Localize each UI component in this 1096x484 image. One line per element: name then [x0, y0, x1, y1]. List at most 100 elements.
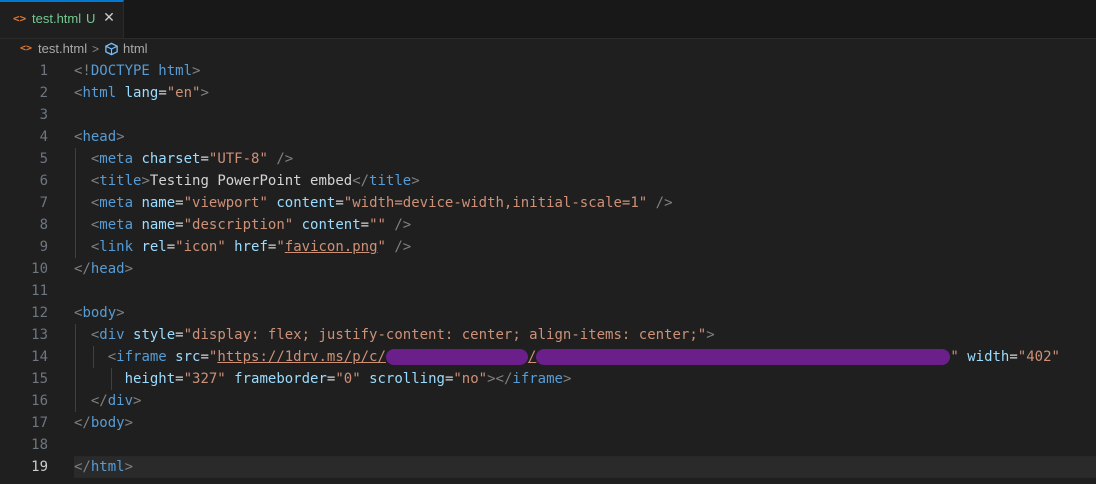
code-token: meta [99, 195, 134, 211]
code-token: name [133, 195, 176, 211]
code-token: content [293, 217, 361, 233]
code-token: </ [90, 393, 108, 409]
code-line[interactable]: 3 [0, 104, 1096, 126]
code-line[interactable]: 16 </div> [0, 390, 1096, 412]
breadcrumb-symbol[interactable]: html [123, 41, 148, 57]
code-token: "icon" [175, 239, 226, 255]
line-number: 2 [39, 85, 48, 101]
editor-tab-test-html[interactable]: <> test.html U ✕ [0, 0, 124, 38]
line-number: 15 [31, 371, 48, 387]
code-token: > [124, 261, 134, 277]
code-line[interactable]: 12 <body> [0, 302, 1096, 324]
code-token: = [360, 217, 370, 233]
code-token: https://1drv.ms/p/c/ [217, 349, 386, 365]
code-token: = [175, 217, 184, 233]
code-line[interactable]: 14 <iframe src="https://1drv.ms/p/c// " w… [0, 346, 1096, 368]
code-line[interactable]: 2 <html lang="en"> [0, 82, 1096, 104]
code-line[interactable]: 18 [0, 434, 1096, 456]
code-token: "viewport" [183, 195, 268, 211]
code-line[interactable]: 6 <title>Testing PowerPoint embed</title… [0, 170, 1096, 192]
redaction-mark [536, 349, 951, 365]
close-icon[interactable]: ✕ [102, 11, 116, 25]
breadcrumb: <> test.html > html [0, 39, 1096, 59]
code-text: <head> [74, 126, 125, 148]
line-number: 3 [39, 107, 48, 123]
code-token: width [958, 349, 1010, 365]
code-token: > [124, 459, 134, 475]
code-token: scrolling [360, 371, 445, 387]
code-line[interactable]: 13 <div style="display: flex; justify-co… [0, 324, 1096, 346]
code-text: <meta name="viewport" content="width=dev… [74, 192, 673, 214]
code-token: head [90, 261, 125, 277]
code-text: <body> [74, 302, 125, 324]
code-token: </ [74, 261, 91, 277]
code-text: height="327" frameborder="0" scrolling="… [74, 368, 572, 390]
code-line[interactable]: 17 </body> [0, 412, 1096, 434]
line-number: 9 [39, 239, 48, 255]
code-token: /> [394, 239, 412, 255]
code-token: > [192, 63, 201, 79]
code-line[interactable]: 19 </html> [0, 456, 1096, 478]
code-token: </ [352, 173, 370, 189]
code-line[interactable]: 15 height="327" frameborder="0" scrollin… [0, 368, 1096, 390]
code-text: <!DOCTYPE html> [74, 60, 200, 82]
code-token: iframe [512, 371, 563, 387]
code-token: "UTF-8" [208, 151, 268, 167]
code-text: <div style="display: flex; justify-conte… [74, 324, 715, 346]
code-token: div [99, 327, 125, 343]
symbol-element-icon [105, 42, 118, 56]
code-token: = [158, 85, 167, 101]
current-line-highlight [74, 456, 1096, 478]
line-number: 6 [39, 173, 48, 189]
line-number: 18 [31, 437, 48, 453]
code-token: > [562, 371, 572, 387]
line-number: 10 [31, 261, 48, 277]
code-token: = [1009, 349, 1018, 365]
code-token: src [166, 349, 201, 365]
breadcrumb-file[interactable]: test.html [38, 41, 87, 57]
code-token: div [107, 393, 134, 409]
line-number: 12 [31, 305, 48, 321]
code-token: </ [74, 415, 91, 431]
code-token: > [116, 129, 125, 145]
code-line[interactable]: 9 <link rel="icon" href="favicon.png" /> [0, 236, 1096, 258]
code-token: html [82, 85, 117, 101]
code-line[interactable]: 1 <!DOCTYPE html> [0, 60, 1096, 82]
code-line[interactable]: 8 <meta name="description" content="" /> [0, 214, 1096, 236]
html-file-icon: <> [13, 12, 27, 25]
code-token: "402" [1017, 349, 1060, 365]
code-token: /> [655, 195, 673, 211]
code-line[interactable]: 10 </head> [0, 258, 1096, 280]
code-token: lang [116, 85, 159, 101]
code-token: = [200, 151, 209, 167]
line-number: 11 [31, 283, 48, 299]
code-token: = [166, 239, 176, 255]
code-editor[interactable]: 1 <!DOCTYPE html> 2 <html lang="en"> 3 4 <head… [0, 60, 1096, 484]
code-line[interactable]: 5 <meta charset="UTF-8" /> [0, 148, 1096, 170]
code-token: "" [369, 217, 386, 233]
code-line[interactable]: 7 <meta name="viewport" content="width=d… [0, 192, 1096, 214]
code-token: title [99, 173, 142, 189]
code-token: meta [99, 151, 134, 167]
code-token: " [377, 239, 386, 255]
code-text: </head> [74, 258, 133, 280]
code-token: <! [74, 63, 91, 79]
code-token: </ [74, 459, 91, 475]
code-token: ></ [487, 371, 513, 387]
code-text: <iframe src="https://1drv.ms/p/c// " widt… [74, 346, 1060, 368]
line-number: 14 [31, 349, 48, 365]
line-number: 7 [39, 195, 48, 211]
code-token: " [950, 349, 959, 365]
code-line[interactable]: 4 <head> [0, 126, 1096, 148]
code-token: "327" [183, 371, 226, 387]
line-number: 4 [39, 129, 48, 145]
code-line[interactable]: 11 [0, 280, 1096, 302]
code-token: "width=device-width,initial-scale=1" [343, 195, 648, 211]
code-token: charset [133, 151, 201, 167]
code-token: body [82, 305, 117, 321]
code-token: = [200, 349, 209, 365]
code-token: = [175, 327, 184, 343]
